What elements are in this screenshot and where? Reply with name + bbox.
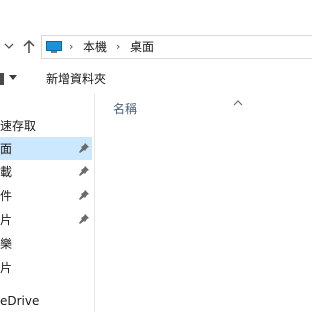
breadcrumb-separator-icon[interactable]: › [116, 39, 120, 55]
nav-item-quick-access[interactable]: 速存取 [0, 114, 92, 137]
chevron-down-icon[interactable] [9, 75, 17, 80]
nav-item-label: 速存取 [0, 119, 37, 133]
pin-icon [78, 165, 90, 177]
new-folder-button[interactable]: 新增資料夾 [46, 72, 106, 86]
nav-item-documents[interactable]: 件 [0, 184, 92, 207]
nav-item-pictures[interactable]: 片 [0, 208, 92, 231]
column-header-name[interactable]: 名稱 [113, 102, 137, 116]
nav-item-onedrive[interactable]: eDrive [0, 289, 92, 312]
nav-item-label: 片 [0, 261, 13, 275]
nav-item-videos[interactable]: 片 [0, 256, 92, 279]
nav-item-label: 樂 [0, 237, 13, 251]
file-explorer-window: › 本機 › 桌面 新增資料夾 速存取 面 載 件 片 樂 片 eDrive 名… [0, 0, 312, 312]
navigation-pane: 速存取 面 載 件 片 樂 片 eDrive [0, 94, 95, 312]
file-list-pane[interactable]: 名稱 [96, 94, 312, 312]
nav-item-label: 片 [0, 213, 13, 227]
sort-ascending-icon [232, 96, 244, 106]
nav-item-label: eDrive [0, 294, 40, 308]
nav-item-label: 件 [0, 189, 13, 203]
this-pc-icon [46, 41, 62, 53]
nav-item-label: 載 [0, 165, 13, 179]
address-bar[interactable]: › 本機 › 桌面 [41, 35, 312, 59]
command-bar: 新增資料夾 [0, 64, 312, 94]
nav-item-music[interactable]: 樂 [0, 232, 92, 255]
pin-icon [78, 142, 90, 154]
address-row: › 本機 › 桌面 [0, 35, 312, 59]
nav-item-downloads[interactable]: 載 [0, 160, 92, 183]
breadcrumb-this-pc[interactable]: 本機 [83, 39, 107, 55]
breadcrumb-desktop[interactable]: 桌面 [130, 39, 154, 55]
nav-item-desktop[interactable]: 面 [0, 137, 92, 160]
pin-icon [78, 213, 90, 225]
recent-locations-chevron-icon[interactable] [4, 39, 14, 53]
breadcrumb-separator-icon[interactable]: › [69, 39, 73, 55]
up-arrow-icon[interactable] [22, 37, 36, 55]
pin-icon [78, 189, 90, 201]
nav-item-label: 面 [0, 142, 13, 156]
